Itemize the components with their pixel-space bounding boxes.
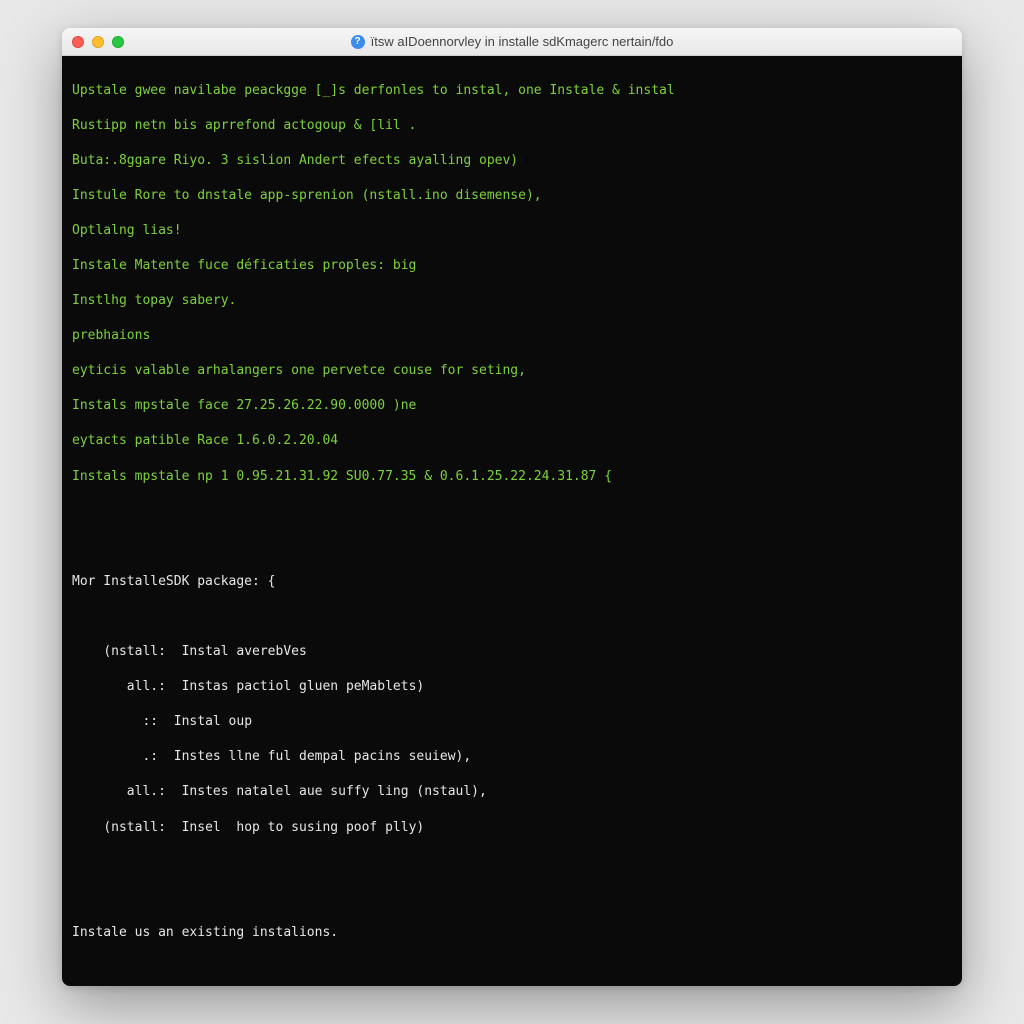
- output-line: Instlhg topay sabery.: [72, 292, 952, 310]
- section-title: Instale us an existing instalions.: [72, 924, 952, 942]
- list-item: all.: Instes natalel aue suffy ling (nst…: [72, 783, 952, 801]
- output-line: Instals mpstale np 1 0.95.21.31.92 SU0.7…: [72, 468, 952, 486]
- output-line: Instule Rore to dnstale app-sprenion (ns…: [72, 187, 952, 205]
- output-line: Rustipp netn bis aprrefond actogoup & [l…: [72, 117, 952, 135]
- help-icon: ?: [351, 35, 365, 49]
- window-title: ïtsw aIDoennorvley in installe sdKmagerc…: [371, 34, 674, 49]
- section-title: Mor InstalleSDK package: {: [72, 573, 952, 591]
- output-line: eyticis valable arhalangers one pervetce…: [72, 362, 952, 380]
- window-title-wrap: ? ïtsw aIDoennorvley in installe sdKmage…: [72, 34, 952, 49]
- terminal-window: ? ïtsw aIDoennorvley in installe sdKmage…: [62, 28, 962, 986]
- list-item: all.: Instas pactiol gluen peMablets): [72, 678, 952, 696]
- blank-line: [72, 959, 952, 977]
- blank-line: [72, 854, 952, 872]
- output-line: Instale Matente fuce déficaties proples:…: [72, 257, 952, 275]
- blank-line: [72, 503, 952, 521]
- output-line: Instals mpstale face 27.25.26.22.90.0000…: [72, 397, 952, 415]
- list-item: (nstall: Instal averebVes: [72, 643, 952, 661]
- output-line: prebhaions: [72, 327, 952, 345]
- terminal-body[interactable]: Upstale gwee navilabe peackgge [_]s derf…: [62, 56, 962, 986]
- list-item: .: Instes llne ful dempal pacins seuiew)…: [72, 748, 952, 766]
- close-button[interactable]: [72, 36, 84, 48]
- output-line: Optlalng lias!: [72, 222, 952, 240]
- minimize-button[interactable]: [92, 36, 104, 48]
- output-line: Upstale gwee navilabe peackgge [_]s derf…: [72, 82, 952, 100]
- blank-line: [72, 889, 952, 907]
- output-line: eytacts patible Race 1.6.0.2.20.04: [72, 432, 952, 450]
- list-item: :: Instal oup: [72, 713, 952, 731]
- traffic-lights: [72, 36, 124, 48]
- maximize-button[interactable]: [112, 36, 124, 48]
- output-line: Buta:.8ggare Riyo. 3 sislion Andert efec…: [72, 152, 952, 170]
- blank-line: [72, 608, 952, 626]
- list-item: (nstall: Insel hop to susing poof plly): [72, 819, 952, 837]
- blank-line: [72, 538, 952, 556]
- titlebar[interactable]: ? ïtsw aIDoennorvley in installe sdKmage…: [62, 28, 962, 56]
